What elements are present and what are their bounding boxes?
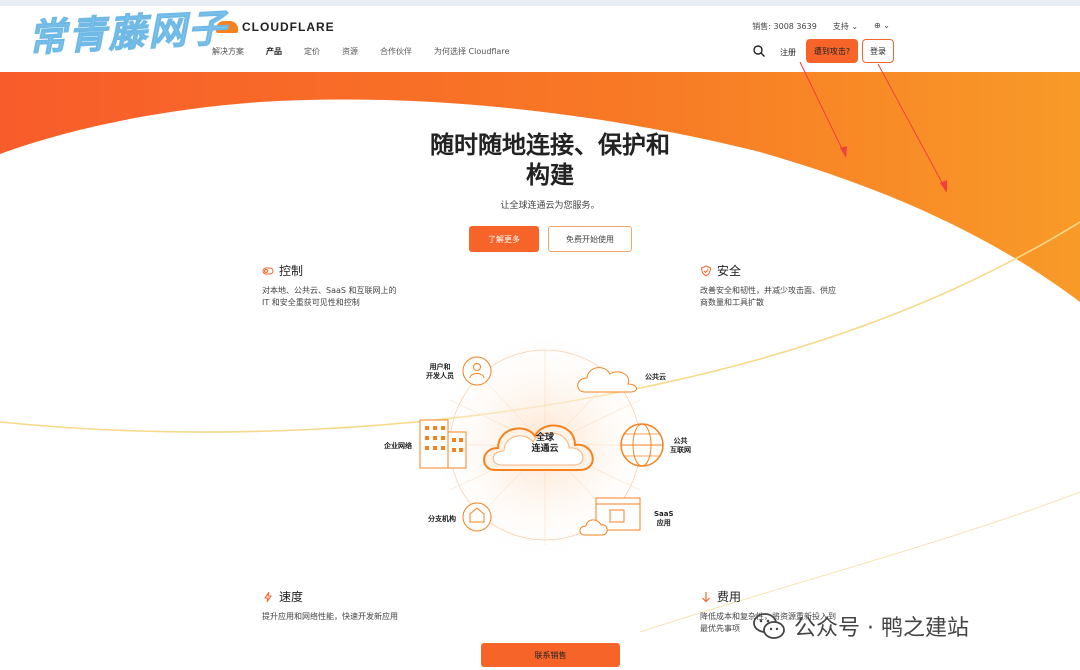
contact-sales-button[interactable]: 联系销售	[481, 643, 620, 667]
wechat-watermark: 公众号 · 鸭之建站	[752, 610, 969, 642]
annotation-arrows	[799, 61, 947, 193]
wechat-caption: 公众号 · 鸭之建站	[794, 616, 969, 641]
wechat-icon	[753, 613, 785, 639]
